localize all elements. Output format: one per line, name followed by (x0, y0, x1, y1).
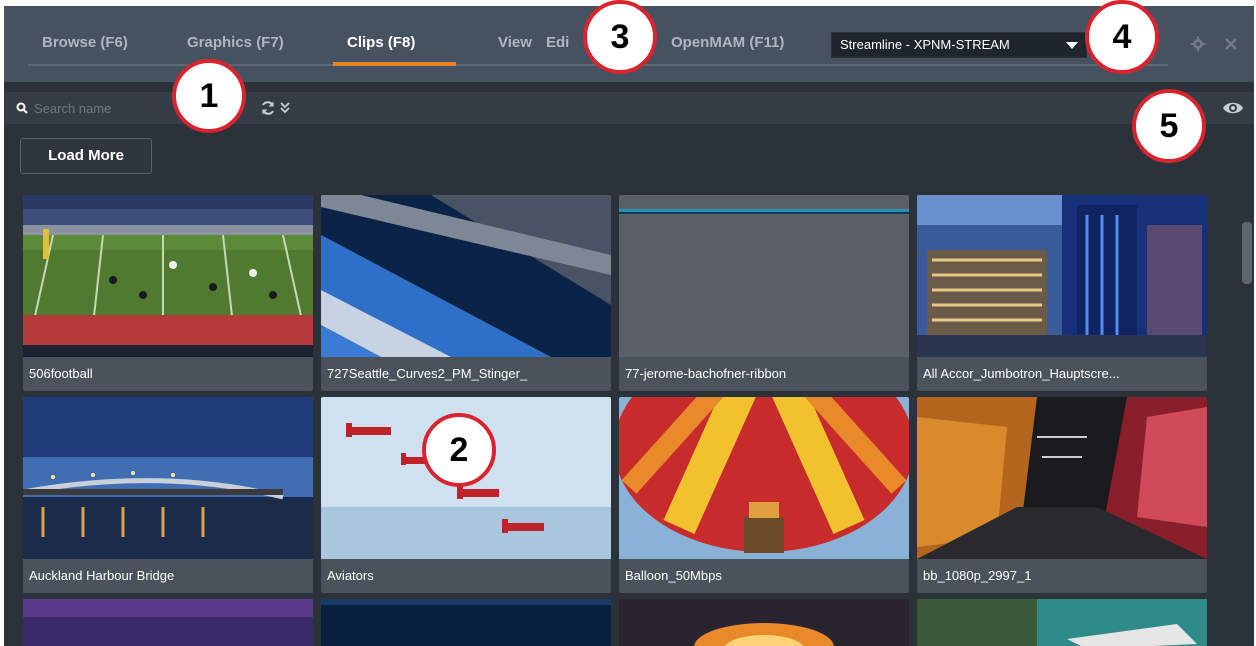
clip-card[interactable]: All Accor_Jumbotron_Hauptscre... (917, 195, 1207, 391)
tab-openmam[interactable]: OpenMAM (F11) (671, 34, 784, 51)
clip-name: bb_1080p_2997_1 (923, 568, 1032, 583)
clip-card[interactable]: 77-jerome-bachofner-ribbon (619, 195, 909, 391)
clip-card[interactable]: 506football (23, 195, 313, 391)
chevron-down-icon (1066, 42, 1078, 49)
clip-card[interactable]: Balloon_50Mbps (619, 397, 909, 593)
clip-card[interactable]: bb_1080p_2997_1 (917, 397, 1207, 593)
scrollbar-thumb[interactable] (1242, 222, 1252, 284)
search-input[interactable] (12, 96, 172, 120)
clip-thumbnail (917, 195, 1207, 357)
tab-clips[interactable]: Clips (F8) (347, 34, 415, 51)
clip-thumbnail[interactable] (321, 599, 611, 646)
clip-thumbnail[interactable] (23, 599, 313, 646)
clip-thumbnail (917, 397, 1207, 559)
gear-icon[interactable] (1190, 36, 1206, 52)
chevron-double-down-icon[interactable] (280, 101, 290, 115)
clip-thumbnail (619, 195, 909, 357)
callout-3: 3 (583, 0, 657, 74)
callout-1: 1 (172, 59, 246, 133)
clip-name: Balloon_50Mbps (625, 568, 722, 583)
clip-name: Auckland Harbour Bridge (29, 568, 175, 583)
clip-name: 727Seattle_Curves2_PM_Stinger_ (327, 366, 528, 381)
clip-card[interactable]: 727Seattle_Curves2_PM_Stinger_ (321, 195, 611, 391)
tab-graphics[interactable]: Graphics (F7) (187, 34, 284, 51)
refresh-icon[interactable] (260, 100, 276, 116)
callout-2: 2 (422, 413, 496, 487)
tab-browse[interactable]: Browse (F6) (42, 34, 128, 51)
clip-thumbnail (619, 397, 909, 559)
clip-card[interactable]: Auckland Harbour Bridge (23, 397, 313, 593)
tab-view[interactable]: View (498, 34, 532, 51)
clip-thumbnail (23, 195, 313, 357)
clip-thumbnail (23, 397, 313, 559)
load-more-button[interactable]: Load More (20, 138, 152, 174)
close-icon[interactable] (1223, 36, 1239, 52)
clip-name: All Accor_Jumbotron_Hauptscre... (923, 366, 1120, 381)
clip-thumbnail[interactable] (619, 599, 909, 646)
callout-4: 4 (1085, 0, 1159, 74)
clip-name: Aviators (327, 568, 374, 583)
clip-thumbnail (321, 195, 611, 357)
clip-name: 506football (29, 366, 93, 381)
source-select-value: Streamline - XPNM-STREAM (840, 37, 1010, 52)
clip-name: 77-jerome-bachofner-ribbon (625, 366, 787, 381)
tab-edit[interactable]: Edi (546, 34, 569, 51)
clip-thumbnail[interactable] (917, 599, 1207, 646)
active-tab-indicator (333, 62, 456, 66)
callout-5: 5 (1132, 89, 1206, 163)
eye-icon[interactable] (1222, 100, 1244, 116)
source-select[interactable]: Streamline - XPNM-STREAM (831, 32, 1087, 58)
